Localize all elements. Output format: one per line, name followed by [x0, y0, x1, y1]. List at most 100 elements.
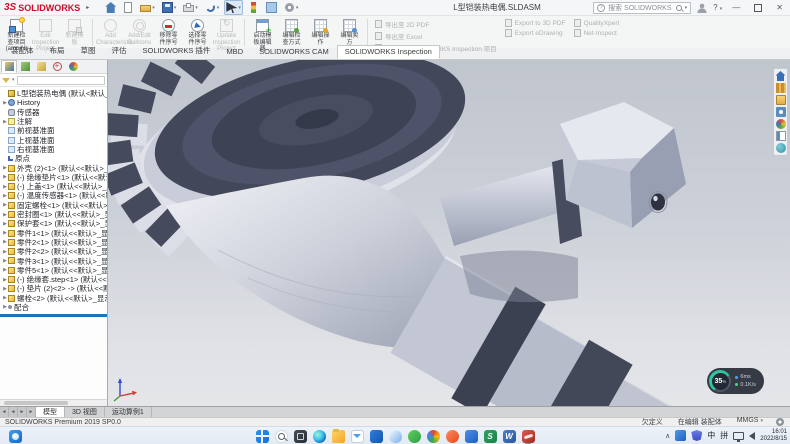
volume-icon[interactable]	[749, 432, 755, 440]
export-menu-item[interactable]: Export to 3D PDF	[505, 19, 566, 27]
display-icon[interactable]	[733, 432, 744, 440]
taskbar-clock[interactable]: 16:01 2022/8/15	[760, 429, 787, 443]
taskbar-app-icon[interactable]	[521, 429, 535, 443]
document-tab[interactable]: 运动算例1	[105, 407, 152, 417]
feature-tree-item[interactable]: 原点	[0, 154, 107, 163]
feature-tree-item[interactable]: ▶ (-) 绝缘套.step<1> (默认<<默认>	[0, 275, 107, 284]
status-gear-icon[interactable]	[776, 418, 784, 426]
export-menu-item[interactable]: QualityXpert	[574, 19, 620, 27]
ribbon-button[interactable]: 启动模 板编辑 器	[248, 17, 277, 48]
close-button[interactable]: ✕	[772, 1, 787, 15]
taskbar-app-icon[interactable]: S	[483, 429, 497, 443]
task-pane-tab[interactable]	[776, 95, 786, 105]
feature-tree-item[interactable]: 传感器	[0, 108, 107, 117]
panel-tab[interactable]	[65, 60, 81, 73]
quick-access-button[interactable]: ▾	[224, 0, 243, 15]
taskbar-app-icon[interactable]	[464, 429, 478, 443]
feature-tree-item[interactable]: ▶ 零件2<2> (默认<<默认>_显示状态	[0, 247, 107, 256]
quick-access-button[interactable]: ▾	[246, 0, 261, 15]
feature-tree-item[interactable]: ▶ 零件3<1> (默认<<默认>_显示状态	[0, 256, 107, 265]
taskbar-app-icon[interactable]	[312, 429, 326, 443]
panel-tab[interactable]	[1, 60, 17, 73]
taskbar-app-icon[interactable]	[331, 429, 345, 443]
feature-tree-item[interactable]: ▶ (-) 温度传感器<1> (默认<<默认>_	[0, 191, 107, 200]
taskbar-app-icon[interactable]	[426, 429, 440, 443]
tab-nav-arrow[interactable]: ◄	[0, 407, 9, 417]
3d-assembly-model[interactable]	[108, 60, 790, 406]
document-tab[interactable]: 模型	[36, 407, 65, 417]
help-search-box[interactable]: ? 搜索 SOLIDWORKS 帮助 ▾	[593, 2, 691, 14]
task-pane-tab[interactable]	[776, 119, 786, 129]
scrollbar-thumb[interactable]	[4, 401, 68, 405]
task-pane-tab[interactable]	[776, 107, 786, 117]
task-pane-tab[interactable]	[776, 83, 786, 93]
ime-mode-indicator[interactable]: 中	[707, 430, 715, 441]
ribbon-tab[interactable]: SOLIDWORKS CAM	[251, 45, 337, 59]
taskbar-app-icon[interactable]	[293, 429, 307, 443]
help-button[interactable]: ? ▾	[713, 3, 722, 12]
feature-tree-item[interactable]: ▶ 固定螺栓<1> (默认<<默认>_显示	[0, 201, 107, 210]
quick-access-button[interactable]: ▾	[203, 0, 222, 15]
login-user-icon[interactable]	[697, 3, 707, 13]
feature-tree-item[interactable]: L型铠装热电偶 (默认<默认_显示状态-1	[0, 89, 107, 98]
ribbon-tab[interactable]: 草图	[73, 43, 104, 59]
quick-access-button[interactable]: ▾	[160, 0, 179, 15]
feature-tree-item[interactable]: ▶ 外壳 (2)<1> (默认<<默认>_显示状	[0, 163, 107, 172]
taskbar-app-icon[interactable]: W	[502, 429, 516, 443]
taskbar-app-icon[interactable]	[445, 429, 459, 443]
feature-tree-item[interactable]: ▶ 零件1<1> (默认<<默认>_显示状态	[0, 228, 107, 237]
export-menu-item[interactable]: 导出至 2D PDF	[375, 19, 497, 29]
task-pane-tab[interactable]	[776, 131, 786, 141]
ribbon-tab[interactable]: SOLIDWORKS Inspection	[337, 45, 440, 59]
filter-funnel-icon[interactable]	[2, 78, 10, 87]
feature-tree-item[interactable]: 上视基准面	[0, 135, 107, 144]
ribbon-button[interactable]: 编辑检 查方式	[277, 17, 306, 48]
feature-tree-item[interactable]: 前视基准面	[0, 126, 107, 135]
tray-app-icon[interactable]	[675, 430, 686, 441]
feature-tree-item[interactable]: ▶ 零件2<1> (默认<<默认>_显示状态	[0, 238, 107, 247]
taskbar-app-icon[interactable]	[369, 429, 383, 443]
ribbon-tab[interactable]: 评估	[104, 43, 135, 59]
ribbon-tab[interactable]: 装配体	[3, 43, 42, 59]
tree-filter-input[interactable]	[17, 76, 105, 85]
feature-tree-item[interactable]: ▶ (-) 绝缘垫片<1> (默认<<默认>_显	[0, 173, 107, 182]
tab-nav-arrow[interactable]: ►	[27, 407, 36, 417]
remote-session-overlay[interactable]: 35% 6ms 0.1K/s	[707, 368, 764, 394]
quick-access-button[interactable]: ▾	[282, 0, 301, 15]
ime-type-indicator[interactable]: 拼	[720, 430, 728, 441]
feature-tree-item[interactable]: 右视基准面	[0, 145, 107, 154]
search-caret-icon[interactable]: ▾	[685, 5, 688, 11]
tab-nav-arrow[interactable]: ◄	[9, 407, 18, 417]
feature-tree-item[interactable]: ▶ 保护套<1> (默认<<默认>_显示状	[0, 219, 107, 228]
task-pane-tab[interactable]	[776, 71, 786, 81]
restore-button[interactable]	[754, 4, 762, 12]
feature-tree-item[interactable]: ▶ 配合	[0, 303, 107, 312]
ribbon-button[interactable]: 编辑操 作	[306, 17, 335, 48]
widgets-icon[interactable]	[9, 430, 22, 443]
export-menu-item[interactable]: Net-Inspect	[574, 29, 620, 37]
feature-tree-item[interactable]: ▶ 螺栓<2> (默认<<默认>_显示状态	[0, 294, 107, 303]
panel-tab[interactable]	[17, 60, 33, 73]
feature-tree-item[interactable]: ▶ History	[0, 98, 107, 107]
export-menu-item[interactable]: Export eDrawing	[505, 29, 566, 37]
taskbar-app-icon[interactable]	[274, 429, 288, 443]
feature-tree-item[interactable]: ▶ (-) 垫片 (2)<2> -> (默认<<默认>	[0, 284, 107, 293]
security-shield-icon[interactable]	[691, 430, 702, 441]
quick-access-button[interactable]: ▾	[138, 1, 157, 14]
ribbon-tab[interactable]: SOLIDWORKS 插件	[135, 43, 219, 59]
document-tab[interactable]: 3D 视图	[65, 407, 105, 417]
tray-chevron-icon[interactable]: ∧	[665, 432, 670, 440]
filter-caret-icon[interactable]: ▾	[12, 77, 15, 83]
tab-nav-arrow[interactable]: ►	[18, 407, 27, 417]
quick-access-button[interactable]: ▾	[121, 0, 135, 15]
search-icon[interactable]	[676, 5, 682, 11]
feature-tree-item[interactable]: ▶ 零件5<1> (默认<<默认>_显示状态	[0, 266, 107, 275]
taskbar-app-icon[interactable]	[407, 429, 421, 443]
panel-horizontal-scrollbar[interactable]	[0, 399, 107, 406]
minimize-button[interactable]: —	[728, 1, 744, 15]
taskbar-app-icon[interactable]	[350, 429, 364, 443]
panel-tab[interactable]	[49, 60, 65, 73]
ribbon-tab[interactable]: 布局	[42, 43, 73, 59]
feature-tree-item[interactable]: ▶ 密封圈<1> (默认<<默认>_显示状	[0, 210, 107, 219]
panel-tab[interactable]	[33, 60, 49, 73]
